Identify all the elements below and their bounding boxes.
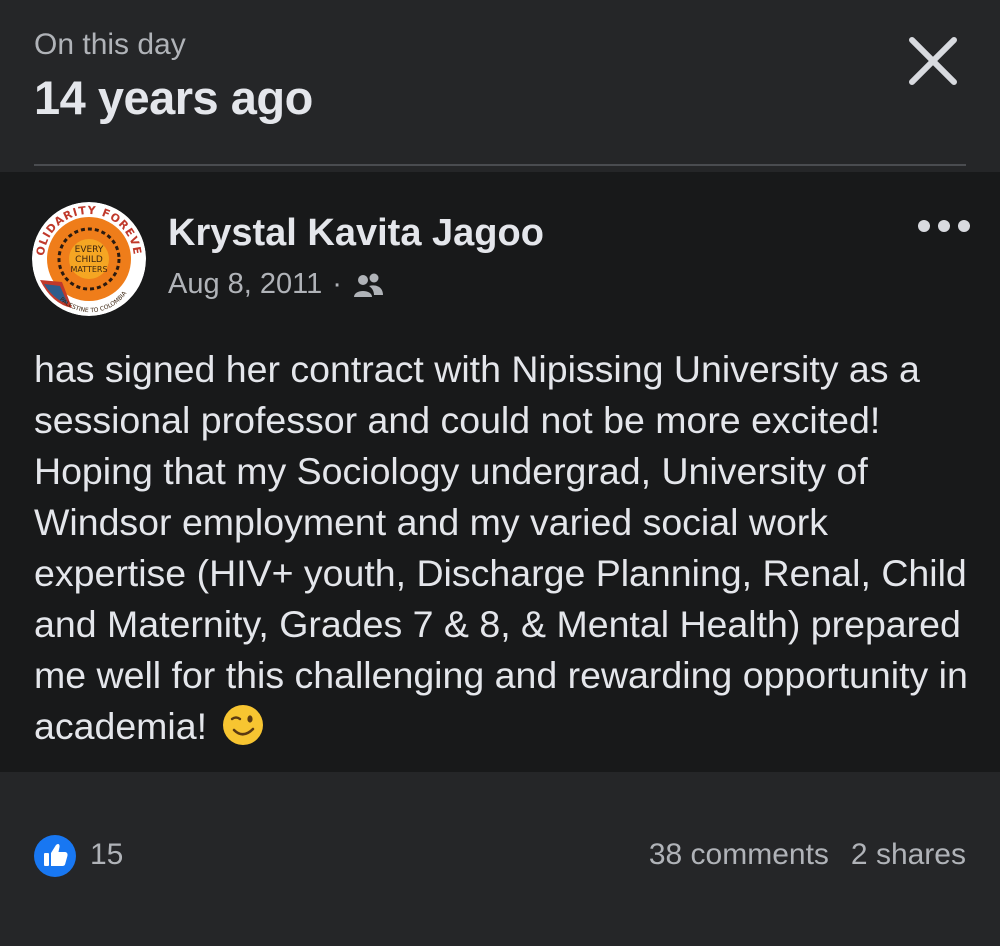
avatar-image: EVERY CHILD MATTERS SOLIDARITY FOREVER P… bbox=[32, 202, 146, 316]
memory-header: On this day 14 years ago bbox=[0, 0, 1000, 172]
like-reaction-icon[interactable] bbox=[34, 835, 76, 877]
close-icon bbox=[909, 37, 957, 85]
memory-headline: 14 years ago bbox=[34, 71, 313, 124]
avatar-text-1: EVERY bbox=[75, 245, 104, 255]
avatar-text-2: CHILD bbox=[75, 255, 103, 265]
engagement-stats: 38 comments 2 shares bbox=[649, 838, 966, 872]
header-divider bbox=[34, 164, 966, 166]
shares-count[interactable]: 2 shares bbox=[851, 838, 966, 872]
post-meta: Aug 8, 2011 · bbox=[168, 268, 384, 301]
winking-face-emoji bbox=[223, 705, 264, 745]
like-count[interactable]: 15 bbox=[90, 838, 123, 872]
friends-icon bbox=[353, 273, 383, 297]
more-dots-icon bbox=[918, 220, 970, 232]
avatar[interactable]: EVERY CHILD MATTERS SOLIDARITY FOREVER P… bbox=[32, 202, 146, 316]
more-options-button[interactable] bbox=[916, 212, 972, 240]
post-date[interactable]: Aug 8, 2011 bbox=[168, 268, 322, 301]
author-name[interactable]: Krystal Kavita Jagoo bbox=[168, 212, 544, 255]
memory-kicker: On this day bbox=[34, 28, 186, 61]
post-text: has signed her contract with Nipissing U… bbox=[34, 348, 968, 747]
close-button[interactable] bbox=[902, 30, 964, 92]
meta-separator: · bbox=[332, 268, 342, 300]
avatar-text-3: MATTERS bbox=[70, 265, 107, 274]
thumbs-up-icon bbox=[44, 843, 68, 866]
comments-count[interactable]: 38 comments bbox=[649, 838, 829, 872]
post-body: has signed her contract with Nipissing U… bbox=[34, 344, 974, 752]
